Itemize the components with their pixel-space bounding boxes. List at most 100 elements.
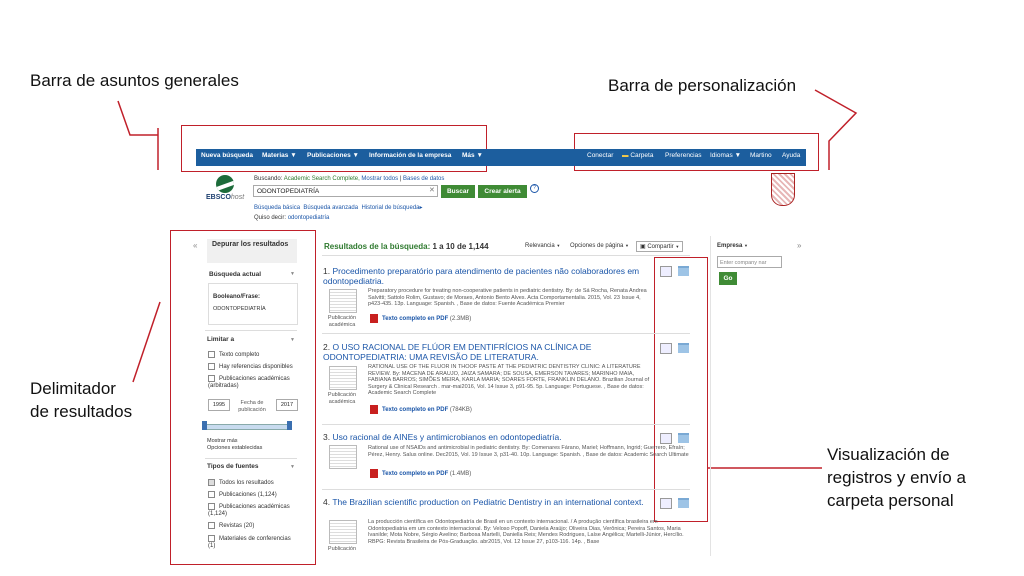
collapse-sidebar-icon[interactable]: « xyxy=(193,241,197,250)
add-to-folder-icon[interactable] xyxy=(678,498,689,508)
company-label: Empresa xyxy=(717,243,743,249)
add-to-folder-icon[interactable] xyxy=(678,433,689,443)
share-button[interactable]: ▣ Compartir ▼ xyxy=(636,241,684,252)
result-title-2[interactable]: 2. O USO RACIONAL DE FLÚOR EM DENTIFRÍCI… xyxy=(323,342,653,362)
search-history-link[interactable]: Historial de búsqueda xyxy=(361,205,419,211)
source-all[interactable]: Todos los resultados xyxy=(208,479,274,486)
create-alert-button[interactable]: Crear alerta xyxy=(478,185,527,198)
date-to-input[interactable]: 2017 xyxy=(276,399,298,411)
pdf-link-label: Texto completo en PDF xyxy=(382,316,449,322)
add-to-folder-icon[interactable] xyxy=(678,343,689,353)
nav-publications[interactable]: Publicaciones ▼ xyxy=(307,152,359,159)
preview-icon[interactable] xyxy=(660,266,672,277)
pdf-size: (784KB) xyxy=(449,407,472,413)
pdf-link-2[interactable]: Texto completo en PDF (784KB) xyxy=(382,407,472,413)
nav-sign-in[interactable]: Conectar xyxy=(587,152,613,159)
nav-more-label: Más xyxy=(462,152,475,159)
go-button[interactable]: Go xyxy=(719,272,737,285)
options-set[interactable]: Opciones establecidas xyxy=(207,445,262,451)
search-button[interactable]: Buscar xyxy=(441,185,475,198)
pdf-link-1[interactable]: Texto completo en PDF (2.3MB) xyxy=(382,316,471,322)
date-from-input[interactable]: 1995 xyxy=(208,399,230,411)
checkbox[interactable] xyxy=(208,375,215,382)
limit-fulltext[interactable]: Texto completo xyxy=(208,351,259,358)
chevron-down-icon: ▼ xyxy=(744,243,748,248)
nav-new-search[interactable]: Nueva búsqueda xyxy=(201,152,253,159)
help-icon[interactable]: ? xyxy=(530,184,539,193)
checkbox[interactable] xyxy=(208,535,215,542)
search-input[interactable]: ODONTOPEDIATRÍA xyxy=(253,185,438,197)
logo-name: EBSCO xyxy=(206,194,231,201)
add-to-folder-icon[interactable] xyxy=(678,266,689,276)
checkbox[interactable] xyxy=(208,503,215,510)
result-title-text[interactable]: Uso racional de AINEs y antimicrobianos … xyxy=(332,432,561,442)
chevron-down-icon: ▼ xyxy=(352,152,359,159)
source-magazines[interactable]: Revistas (20) xyxy=(208,522,254,529)
chevron-down-icon[interactable]: ▼ xyxy=(290,337,295,343)
limit-references[interactable]: Hay referencias disponibles xyxy=(208,363,293,370)
preview-icon[interactable] xyxy=(660,343,672,354)
date-slider-handle-right[interactable] xyxy=(287,421,292,430)
checkbox[interactable] xyxy=(208,491,215,498)
nav-company-info[interactable]: Información de la empresa xyxy=(369,152,451,159)
nav-preferences[interactable]: Preferencias xyxy=(665,152,702,159)
boolean-value[interactable]: ODONTOPEDIATRÍA xyxy=(213,306,266,312)
ebsco-logo-text: EBSCOhost xyxy=(206,194,244,201)
result-title-text[interactable]: The Brazilian scientific production on P… xyxy=(332,497,643,507)
limit-to-header[interactable]: Limitar a xyxy=(207,336,234,343)
result-title-1[interactable]: 1. Procedimento preparatório para atendi… xyxy=(323,266,653,286)
nav-subjects[interactable]: Materias ▼ xyxy=(262,152,297,159)
preview-icon[interactable] xyxy=(660,433,672,444)
basic-search-link[interactable]: Búsqueda básica xyxy=(254,205,300,211)
date-slider-track[interactable] xyxy=(205,424,292,430)
chevron-down-icon: ▼ xyxy=(675,244,680,249)
advanced-search-link[interactable]: Búsqueda avanzada xyxy=(303,205,358,211)
checkbox[interactable] xyxy=(208,351,215,358)
chevron-down-icon[interactable]: ▼ xyxy=(290,464,295,470)
source-conference[interactable]: Materiales de conferencias (1) xyxy=(208,535,294,550)
company-dropdown[interactable]: Empresa ▼ xyxy=(717,243,748,249)
show-more-link[interactable]: Mostrar más xyxy=(207,438,238,444)
collapse-right-panel-icon[interactable]: » xyxy=(797,241,801,250)
suggestion-link[interactable]: odontopediatría xyxy=(288,215,330,221)
publication-thumbnail-icon xyxy=(329,520,357,544)
nav-languages[interactable]: Idiomas ▼ xyxy=(710,152,741,159)
chevron-down-icon: ▼ xyxy=(476,152,483,159)
nav-more[interactable]: Más ▼ xyxy=(462,152,483,159)
clear-search-icon[interactable]: ✕ xyxy=(429,186,435,194)
ebsco-logo-icon xyxy=(216,175,234,193)
nav-languages-label: Idiomas xyxy=(710,152,733,159)
databases-link[interactable]: Bases de datos xyxy=(403,176,444,182)
page-options-dropdown[interactable]: Opciones de página ▼ xyxy=(570,243,629,249)
checkbox[interactable] xyxy=(208,522,215,529)
source-publications[interactable]: Publicaciones (1,124) xyxy=(208,491,277,498)
chevron-down-icon: ▼ xyxy=(734,152,742,159)
company-search-input[interactable]: Enter company nar xyxy=(717,256,782,268)
nav-folder[interactable]: ▬ Carpeta xyxy=(622,152,653,159)
show-all-link[interactable]: Mostrar todos xyxy=(361,176,398,182)
nav-user[interactable]: Martino xyxy=(750,152,772,159)
current-search-header[interactable]: Búsqueda actual xyxy=(209,271,261,278)
preview-icon[interactable] xyxy=(660,498,672,509)
relevance-dropdown[interactable]: Relevancia ▼ xyxy=(525,243,560,249)
annotation-limiter-line2: de resultados xyxy=(30,401,133,421)
date-slider-handle-left[interactable] xyxy=(202,421,207,430)
divider xyxy=(205,330,297,331)
chevron-down-icon[interactable]: ▼ xyxy=(290,271,295,277)
pdf-link-3[interactable]: Texto completo en PDF (1.4MB) xyxy=(382,471,471,477)
divider xyxy=(322,424,690,425)
source-scholarly-label: Publicaciones académicas (1,124) xyxy=(208,504,290,518)
checkbox-checked[interactable] xyxy=(208,479,215,486)
result-title-text[interactable]: Procedimento preparatório para atendimen… xyxy=(323,266,639,286)
limit-fulltext-label: Texto completo xyxy=(219,352,260,359)
result-title-4[interactable]: 4. The Brazilian scientific production o… xyxy=(323,497,653,507)
checkbox[interactable] xyxy=(208,363,215,370)
nav-help[interactable]: Ayuda xyxy=(782,152,800,159)
limit-scholarly[interactable]: Publicaciones académicas (arbitradas) xyxy=(208,375,296,390)
result-title-3[interactable]: 3. Uso racional de AINEs y antimicrobian… xyxy=(323,432,653,442)
source-scholarly[interactable]: Publicaciones académicas (1,124) xyxy=(208,503,294,518)
date-label: Fecha de publicación xyxy=(238,400,266,413)
limit-to-label: Limitar a xyxy=(207,336,235,343)
result-title-text[interactable]: O USO RACIONAL DE FLÚOR EM DENTIFRÍCIOS … xyxy=(323,342,591,362)
source-types-header[interactable]: Tipos de fuentes xyxy=(207,463,259,470)
